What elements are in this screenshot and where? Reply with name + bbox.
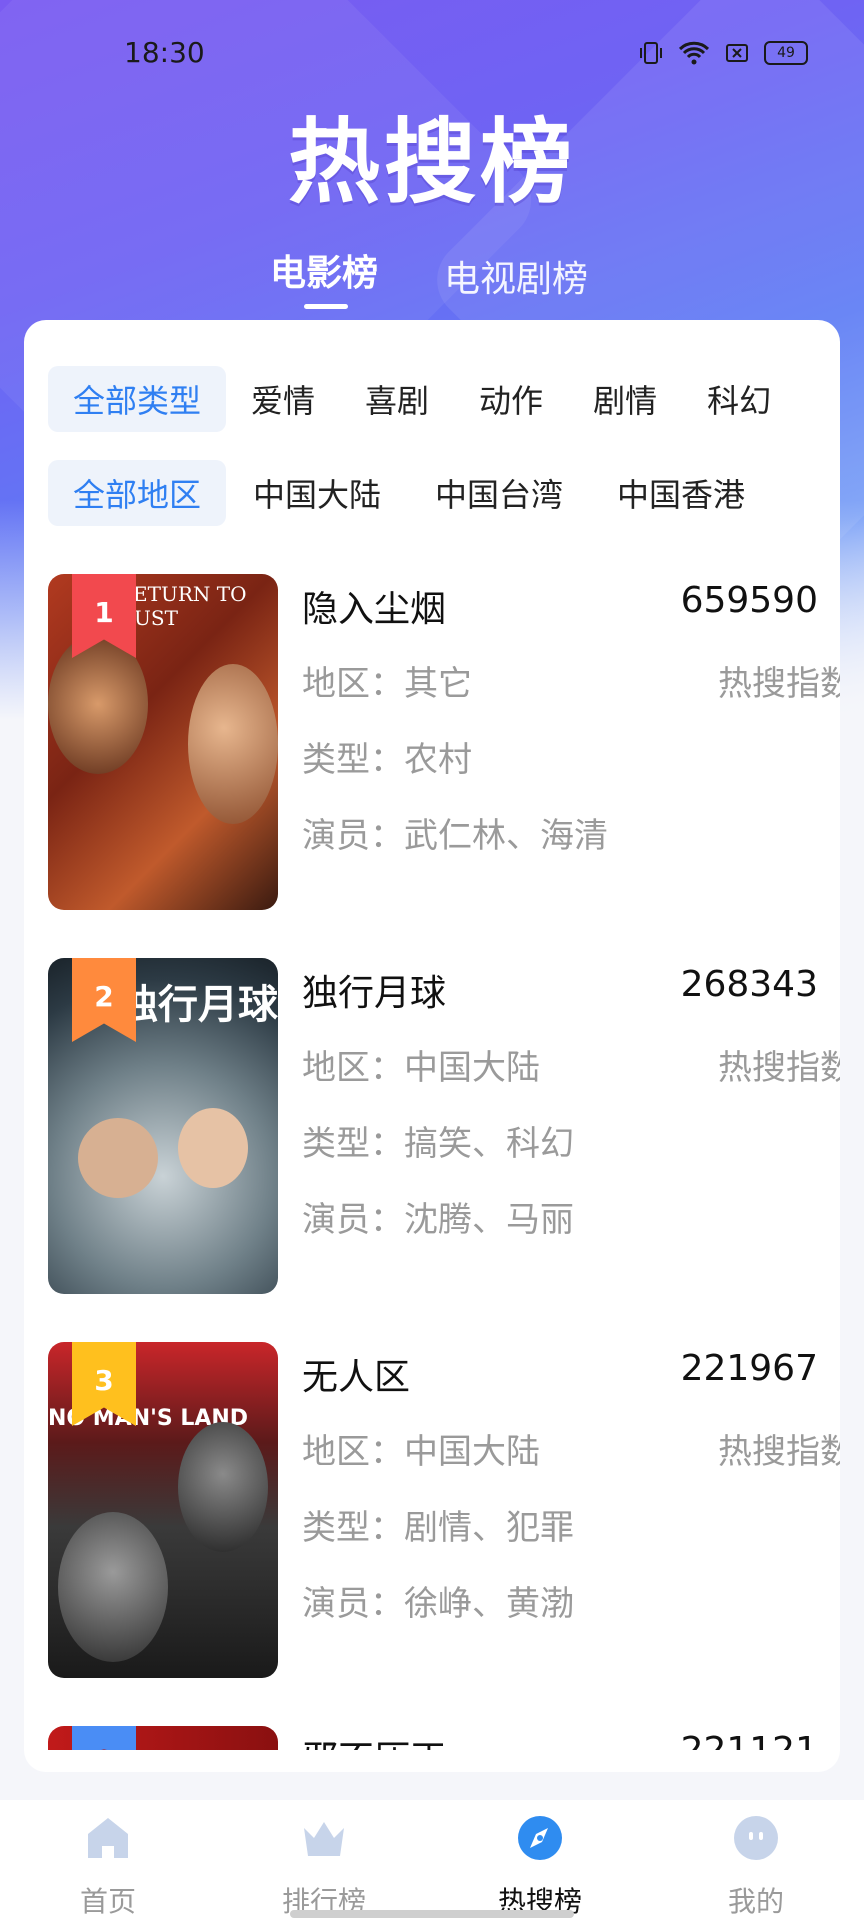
- tab-bar: 电影榜 电视剧榜: [0, 244, 864, 314]
- status-time: 18:30: [124, 36, 205, 69]
- hot-score-label: 热搜指数: [718, 1432, 840, 1472]
- poster-caption: RETURN TO DUST: [118, 582, 247, 630]
- tab-hot-search[interactable]: 热搜榜: [432, 1800, 648, 1920]
- movie-title: 独行月球: [302, 973, 447, 1014]
- movie-actors: 演员：武仁林、海清: [302, 816, 608, 856]
- filter-region-all[interactable]: 全部地区: [48, 460, 227, 526]
- region-filter: 全部地区 中国大陆 中国台湾 中国香港: [48, 460, 772, 526]
- movie-region: 地区：中国大陆: [302, 1048, 540, 1088]
- movie-title: 无人区: [302, 1357, 411, 1398]
- poster-caption: 独行月球: [118, 982, 278, 1028]
- bottom-tab-bar: 首页 排行榜 热搜榜 我的: [0, 1800, 864, 1920]
- home-icon: [88, 1818, 128, 1858]
- movie-title: 邪不压正: [302, 1730, 446, 1750]
- hot-score: 221967: [680, 1348, 818, 1389]
- tab-home[interactable]: 首页: [0, 1800, 216, 1920]
- hot-score-label: 热搜指数: [718, 664, 840, 704]
- hot-score-label: 热搜指数: [718, 1048, 840, 1088]
- filter-genre-romance[interactable]: 爱情: [226, 366, 340, 432]
- profile-icon: [734, 1816, 778, 1860]
- list-item[interactable]: NO MAN'S LAND 3 无人区 221967 地区：中国大陆 热搜指数 …: [48, 1342, 840, 1678]
- filter-region-taiwan[interactable]: 中国台湾: [408, 460, 590, 526]
- movie-region: 地区：其它: [302, 664, 472, 704]
- tab-movies[interactable]: 电影榜: [270, 244, 378, 296]
- movie-region: 地区：中国大陆: [302, 1432, 540, 1472]
- hot-score: 221121: [618, 1730, 818, 1750]
- hot-score: 659590: [680, 580, 818, 621]
- page-title: 热搜榜: [287, 109, 576, 216]
- genre-filter: 全部类型 爱情 喜剧 动作 剧情 科幻: [48, 366, 796, 432]
- movie-type: 类型：搞笑、科幻: [302, 1124, 574, 1164]
- filter-genre-scifi[interactable]: 科幻: [682, 366, 796, 432]
- movie-type: 类型：农村: [302, 740, 472, 780]
- filter-region-mainland[interactable]: 中国大陆: [226, 460, 408, 526]
- battery-icon: 49: [764, 41, 808, 65]
- movie-actors: 演员：徐峥、黄渤: [302, 1584, 574, 1624]
- movie-title: 隐入尘烟: [302, 589, 447, 630]
- filter-genre-comedy[interactable]: 喜剧: [340, 366, 454, 432]
- filter-genre-drama[interactable]: 剧情: [568, 366, 682, 432]
- list-item[interactable]: 邪不压正 221121: [48, 1726, 818, 1750]
- ranking-card: 全部类型 爱情 喜剧 动作 剧情 科幻 全部地区 中国大陆 中国台湾 中国香港 …: [24, 320, 840, 1772]
- list-item[interactable]: RETURN TO DUST 1 隐入尘烟 659590 地区：其它 热搜指数 …: [48, 574, 840, 910]
- tab-indicator: [304, 304, 348, 309]
- hot-score: 268343: [680, 964, 818, 1005]
- crown-icon: [304, 1822, 344, 1856]
- filter-genre-action[interactable]: 动作: [454, 366, 568, 432]
- wifi-icon: [678, 41, 710, 65]
- tab-profile[interactable]: 我的: [648, 1800, 864, 1920]
- compass-icon: [518, 1816, 562, 1860]
- filter-region-hongkong[interactable]: 中国香港: [590, 460, 772, 526]
- tab-tv-series[interactable]: 电视剧榜: [444, 250, 588, 302]
- vibrate-icon: [640, 42, 662, 64]
- movie-type: 类型：剧情、犯罪: [302, 1508, 574, 1548]
- filter-genre-all[interactable]: 全部类型: [48, 366, 227, 432]
- rank-badge: [72, 1726, 136, 1750]
- sim-icon: [726, 44, 748, 62]
- tab-ranking[interactable]: 排行榜: [216, 1800, 432, 1920]
- list-item[interactable]: 独行月球 2 独行月球 268343 地区：中国大陆 热搜指数 类型：搞笑、科幻…: [48, 958, 840, 1294]
- movie-actors: 演员：沈腾、马丽: [302, 1200, 574, 1240]
- home-indicator: [290, 1910, 574, 1918]
